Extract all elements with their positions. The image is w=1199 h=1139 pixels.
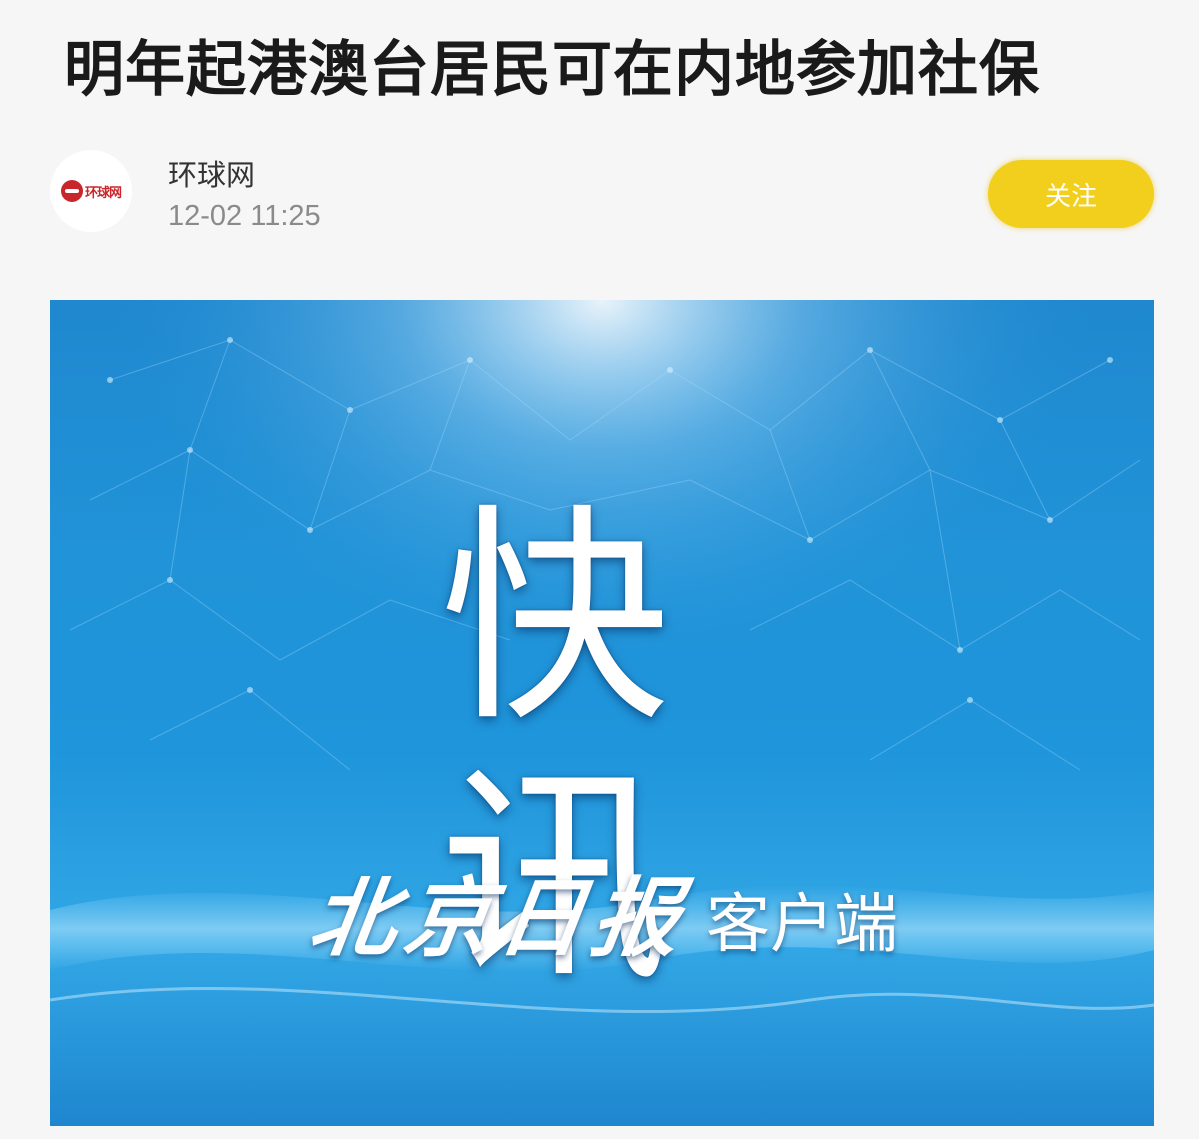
follow-button[interactable]: 关注: [988, 160, 1154, 228]
logo-text: 环球网: [84, 185, 122, 201]
article-page: 明年起港澳台居民可在内地参加社保 环球网 环球网 12-02 11:25 关注: [0, 0, 1199, 1139]
logo-swirl-icon: [60, 180, 83, 202]
publish-time: 12-02 11:25: [168, 200, 321, 232]
banner-brand: 北京日报 客户端: [304, 848, 898, 973]
author-name[interactable]: 环球网: [168, 152, 255, 194]
author-avatar[interactable]: 环球网: [50, 150, 132, 232]
beijing-daily-logo: 北京日报: [303, 868, 694, 969]
article-banner-image[interactable]: 快讯 北京日报 客户端: [50, 300, 1154, 1126]
brand-suffix: 客户端: [706, 888, 898, 962]
huanqiu-logo-icon: 环球网: [60, 180, 122, 202]
article-headline: 明年起港澳台居民可在内地参加社保: [64, 35, 1040, 105]
